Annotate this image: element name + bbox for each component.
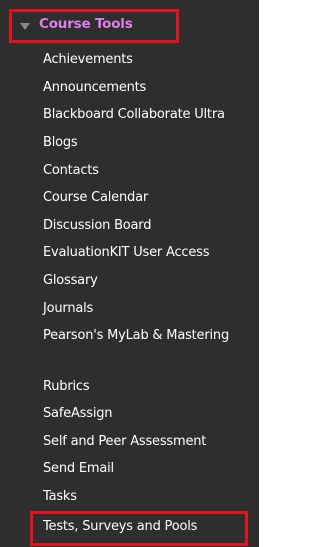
highlight-box-tests-surveys-and-pools (30, 511, 248, 546)
course-tools-title: Course Tools (39, 16, 133, 32)
course-tools-panel: Course Tools Achievements Announcements … (0, 0, 259, 547)
menu-item-discussion-board[interactable]: Discussion Board (43, 215, 151, 237)
menu-item-journals[interactable]: Journals (43, 298, 93, 320)
menu-item-announcements[interactable]: Announcements (43, 77, 146, 99)
menu-item-blogs[interactable]: Blogs (43, 132, 78, 154)
menu-item-send-email[interactable]: Send Email (43, 458, 114, 480)
menu-item-safeassign[interactable]: SafeAssign (43, 403, 113, 425)
menu-item-tasks[interactable]: Tasks (43, 486, 77, 508)
menu-item-course-calendar[interactable]: Course Calendar (43, 187, 148, 209)
menu-item-blackboard-collaborate-ultra[interactable]: Blackboard Collaborate Ultra (43, 104, 225, 126)
menu-item-achievements[interactable]: Achievements (43, 49, 133, 71)
menu-item-rubrics[interactable]: Rubrics (43, 376, 90, 398)
course-tools-header[interactable]: Course Tools (9, 9, 179, 43)
menu-item-contacts[interactable]: Contacts (43, 160, 99, 182)
menu-item-evaluationkit-user-access[interactable]: EvaluationKIT User Access (43, 242, 209, 264)
menu-item-glossary[interactable]: Glossary (43, 270, 98, 292)
menu-item-self-and-peer-assessment[interactable]: Self and Peer Assessment (43, 431, 206, 453)
menu-item-pearsons-mylab-mastering[interactable]: Pearson's MyLab & Mastering (43, 325, 243, 347)
triangle-down-icon[interactable] (20, 23, 30, 30)
